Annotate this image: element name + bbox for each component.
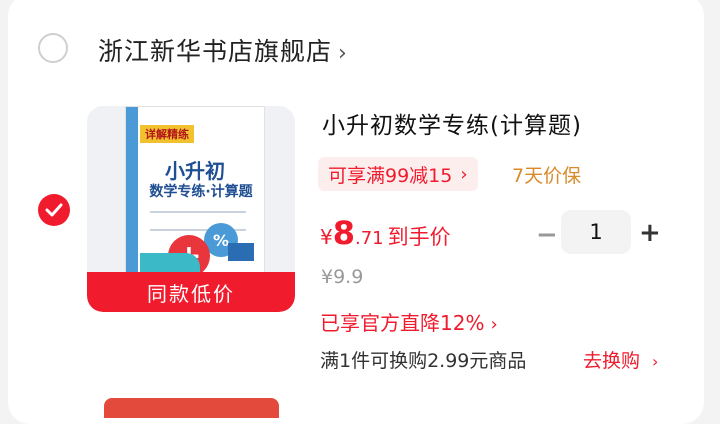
book-cover-image: 详解精练 小升初 数学专练·计算题 % + bbox=[125, 106, 265, 280]
product-title[interactable]: 小升初数学专练(计算题) bbox=[322, 106, 582, 140]
store-name-link[interactable]: 浙江新华书店旗舰店 › bbox=[98, 32, 348, 68]
addon-exchange-button[interactable]: 去换购 › bbox=[583, 346, 658, 373]
official-discount-link[interactable]: 已享官方直降12% › bbox=[320, 307, 498, 336]
final-price: ¥8.71 到手价 bbox=[320, 214, 451, 252]
store-name: 浙江新华书店旗舰店 bbox=[98, 37, 333, 66]
chevron-right-icon: › bbox=[460, 163, 468, 185]
checkmark-icon bbox=[45, 203, 63, 217]
chevron-right-icon: › bbox=[490, 314, 498, 335]
quantity-input[interactable]: 1 bbox=[561, 210, 631, 254]
discount-label: 已享官方直降12% bbox=[320, 311, 485, 335]
promo-label: 可享满99减15 bbox=[328, 164, 453, 187]
price-integer: 8 bbox=[332, 214, 355, 252]
addon-offer-text: 满1件可换购2.99元商品 bbox=[320, 350, 527, 372]
item-select-checkbox[interactable] bbox=[38, 194, 70, 226]
price-label: 到手价 bbox=[387, 225, 451, 249]
price-symbol: ¥ bbox=[320, 225, 333, 249]
price-decimal: .71 bbox=[355, 228, 384, 249]
original-price: ¥9.9 bbox=[321, 266, 364, 288]
cover-title: 小升初 bbox=[165, 159, 225, 183]
price-guarantee-label: 7天价保 bbox=[512, 165, 582, 187]
promo-coupon-button[interactable]: 可享满99减15 › bbox=[318, 157, 478, 191]
same-low-price-badge: 同款低价 bbox=[87, 272, 295, 312]
grade-tag bbox=[228, 243, 254, 261]
cover-subtitle: 数学专练·计算题 bbox=[149, 184, 253, 200]
addon-link-label: 去换购 bbox=[583, 350, 641, 372]
chevron-right-icon: › bbox=[338, 41, 348, 66]
store-select-checkbox[interactable] bbox=[38, 33, 68, 63]
book-spine bbox=[126, 107, 138, 279]
chevron-right-icon: › bbox=[652, 352, 659, 371]
product-thumbnail[interactable]: 详解精练 小升初 数学专练·计算题 % + 同款低价 bbox=[87, 106, 295, 312]
increase-quantity-button[interactable]: + bbox=[639, 218, 661, 248]
decrease-quantity-button[interactable]: − bbox=[536, 220, 558, 250]
next-item-thumbnail[interactable] bbox=[104, 398, 279, 418]
cover-tag: 详解精练 bbox=[140, 125, 194, 143]
